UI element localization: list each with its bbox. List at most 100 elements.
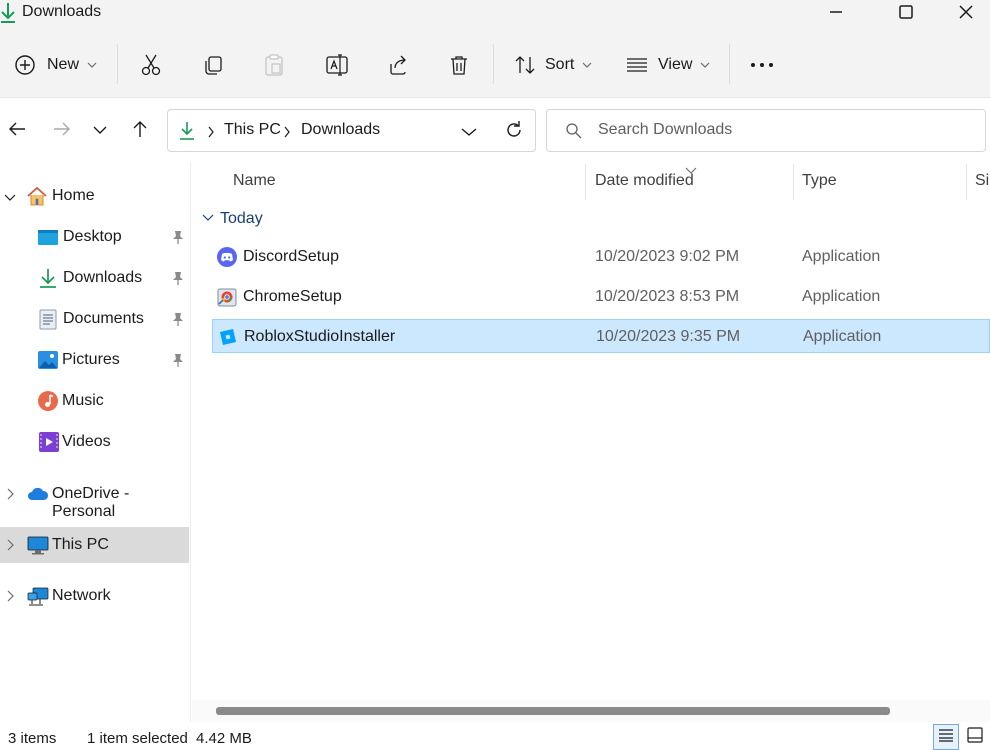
monitor-icon — [27, 534, 49, 556]
chevron-right-icon — [283, 125, 291, 143]
status-bar: 3 items 1 item selected 4.42 MB — [0, 722, 990, 750]
horizontal-scrollbar[interactable] — [192, 700, 990, 722]
download-arrow-icon — [178, 121, 196, 146]
sort-button[interactable]: Sort — [514, 46, 592, 84]
close-button[interactable] — [943, 0, 989, 28]
paste-button[interactable] — [263, 46, 285, 84]
details-view-button[interactable] — [933, 724, 959, 750]
nav-item-documents[interactable]: Documents — [0, 301, 189, 337]
column-header-date-modified[interactable]: Date modified — [595, 172, 694, 190]
nav-item-label: Home — [52, 187, 95, 204]
chevron-right-icon[interactable] — [4, 486, 16, 502]
column-header-type[interactable]: Type — [802, 172, 837, 190]
plus-circle-icon — [14, 54, 36, 76]
nav-item-label: Network — [52, 587, 111, 604]
new-button[interactable]: New — [14, 46, 97, 84]
rename-icon — [325, 53, 349, 77]
view-button[interactable]: View — [626, 46, 710, 84]
sort-icon — [514, 54, 536, 76]
refresh-button[interactable] — [504, 120, 524, 145]
chevron-down-icon — [93, 122, 107, 140]
nav-item-this-pc[interactable]: This PC — [0, 527, 189, 563]
nav-item-label: Music — [62, 392, 104, 409]
minimize-button[interactable] — [813, 0, 859, 28]
breadcrumb-this-pc[interactable]: This PC — [224, 121, 281, 139]
chevron-right-icon[interactable] — [4, 537, 16, 553]
nav-item-onedrive[interactable]: OneDrive - Personal — [0, 476, 189, 520]
share-button[interactable] — [387, 46, 409, 84]
maximize-icon — [898, 4, 914, 25]
arrow-right-icon — [53, 121, 71, 142]
nav-item-network[interactable]: Network — [0, 578, 189, 614]
column-header-size[interactable]: Si — [975, 172, 989, 190]
chevron-right-icon — [207, 125, 215, 143]
maximize-button[interactable] — [883, 0, 929, 28]
chevron-right-icon[interactable] — [4, 588, 16, 604]
address-row: This PC Downloads Search Downloads — [0, 99, 990, 161]
column-divider[interactable] — [793, 164, 794, 200]
nav-item-pictures[interactable]: Pictures — [0, 342, 189, 378]
forward-button[interactable] — [50, 119, 74, 143]
view-label: View — [658, 56, 693, 73]
delete-button[interactable] — [449, 46, 469, 84]
refresh-icon — [504, 121, 524, 144]
discord-icon — [216, 246, 238, 268]
file-row-discordsetup[interactable]: DiscordSetup 10/20/2023 9:02 PM Applicat… — [212, 240, 990, 274]
nav-item-videos[interactable]: Videos — [0, 424, 189, 460]
back-button[interactable] — [5, 119, 29, 143]
nav-item-desktop[interactable]: Desktop — [0, 219, 189, 255]
up-button[interactable] — [128, 119, 152, 143]
nav-item-label: Downloads — [63, 269, 143, 286]
nav-item-music[interactable]: Music — [0, 383, 189, 419]
nav-item-home[interactable]: Home — [0, 178, 189, 214]
rename-button[interactable] — [325, 46, 349, 84]
toolbar-separator — [117, 44, 118, 84]
recent-locations-button[interactable] — [88, 119, 112, 143]
desktop-folder-icon — [37, 226, 59, 248]
home-icon — [26, 185, 48, 207]
more-options-button[interactable] — [750, 46, 774, 84]
minimize-icon — [828, 4, 844, 25]
copy-button[interactable] — [202, 46, 224, 84]
file-name: ChromeSetup — [243, 288, 342, 305]
cut-button[interactable] — [140, 46, 162, 84]
download-arrow-icon — [38, 267, 60, 289]
nav-item-downloads[interactable]: Downloads — [0, 260, 189, 296]
column-divider[interactable] — [585, 164, 586, 200]
close-icon — [958, 4, 974, 25]
paste-icon — [263, 53, 285, 77]
column-header-name[interactable]: Name — [233, 172, 276, 190]
new-label: New — [47, 56, 80, 73]
file-name: DiscordSetup — [243, 248, 340, 265]
address-history-button[interactable] — [461, 124, 477, 142]
chevron-down-icon — [202, 210, 214, 228]
search-input[interactable]: Search Downloads — [546, 109, 986, 152]
documents-icon — [38, 308, 60, 330]
pin-icon — [171, 270, 185, 286]
scrollbar-thumb[interactable] — [216, 707, 890, 715]
chevron-down-icon — [87, 61, 97, 69]
group-header-today[interactable]: Today — [202, 210, 263, 228]
chevron-down-icon[interactable] — [4, 190, 16, 206]
file-row-robloxstudioinstaller[interactable]: RobloxStudioInstaller 10/20/2023 9:35 PM… — [212, 319, 990, 353]
breadcrumb-downloads[interactable]: Downloads — [301, 121, 380, 139]
address-bar[interactable]: This PC Downloads — [167, 109, 536, 152]
network-icon — [27, 585, 49, 607]
command-bar: New Sort View — [0, 28, 990, 98]
column-divider[interactable] — [966, 164, 967, 200]
search-icon — [565, 122, 583, 145]
nav-item-label: OneDrive - Personal — [52, 485, 130, 520]
arrow-left-icon — [8, 121, 26, 142]
download-arrow-icon — [0, 2, 18, 24]
share-icon — [387, 54, 409, 76]
file-row-chromesetup[interactable]: ChromeSetup 10/20/2023 8:53 PM Applicati… — [212, 280, 990, 314]
view-list-icon — [626, 57, 648, 73]
nav-item-label: Documents — [63, 310, 144, 327]
cut-icon — [140, 53, 162, 77]
selection-size: 4.42 MB — [196, 730, 252, 747]
chevron-down-icon — [582, 61, 592, 69]
file-list: Name Date modified Type Si Today Discord… — [192, 162, 990, 722]
tiles-view-icon — [967, 726, 983, 748]
more-icon — [750, 62, 774, 68]
large-icons-view-button[interactable] — [962, 724, 988, 750]
